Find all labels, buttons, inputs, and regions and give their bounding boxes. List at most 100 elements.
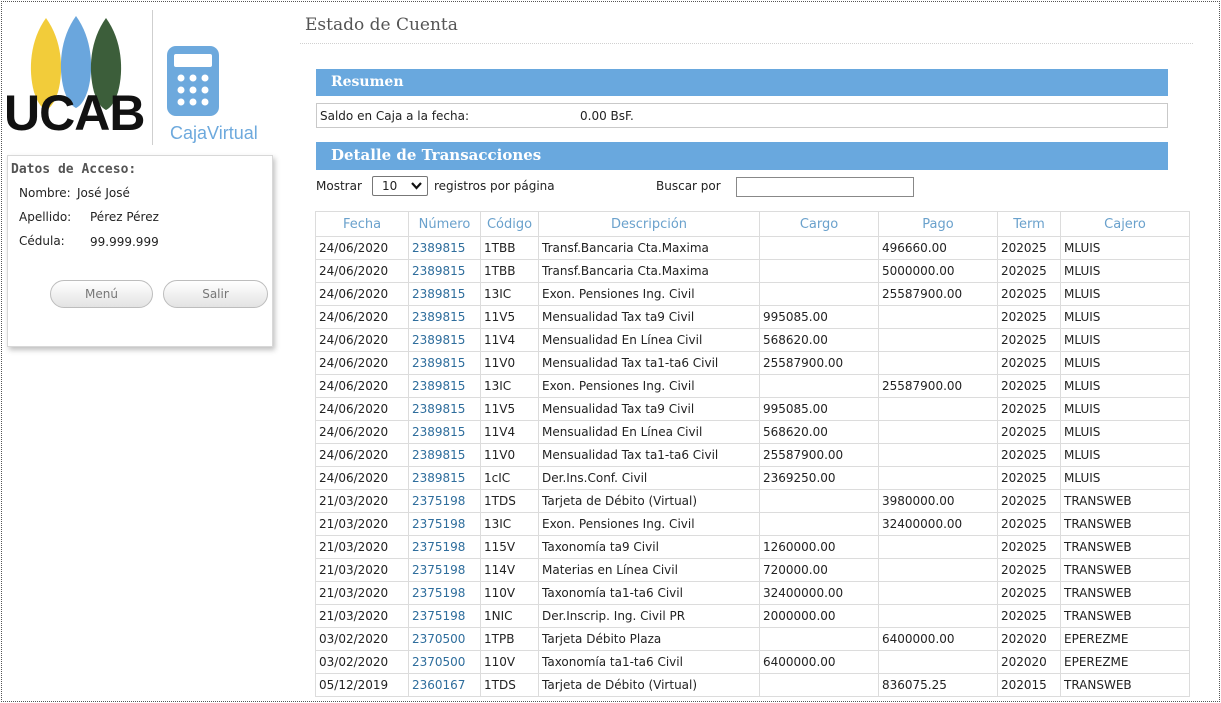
col-term-cell: 202025 bbox=[997, 535, 1061, 559]
col-term-cell: 202025 bbox=[997, 466, 1061, 490]
col-numero-cell[interactable]: 2389815 bbox=[408, 328, 481, 352]
col-numero-header[interactable]: Número bbox=[408, 211, 481, 237]
col-fecha-cell: 21/03/2020 bbox=[315, 489, 409, 513]
table-row: 21/03/2020 2375198 1NIC Der.Inscrip. Ing. C… bbox=[315, 604, 1190, 628]
table-row: 21/03/2020 2375198 13IC Exon. Pensiones Ing… bbox=[315, 512, 1190, 536]
col-numero-cell[interactable]: 2389815 bbox=[408, 282, 481, 306]
col-cargo-cell: 32400000.00 bbox=[759, 581, 879, 605]
col-fecha-cell: 24/06/2020 bbox=[315, 328, 409, 352]
col-numero-cell[interactable]: 2389815 bbox=[408, 397, 481, 421]
col-descripcion-cell: Mensualidad En Línea Civil bbox=[538, 420, 760, 444]
col-cajero-cell: TRANSWEB bbox=[1060, 512, 1190, 536]
col-codigo-header[interactable]: Código bbox=[480, 211, 539, 237]
col-pago-cell bbox=[878, 581, 998, 605]
col-term-cell: 202025 bbox=[997, 558, 1061, 582]
col-numero-cell[interactable]: 2375198 bbox=[408, 512, 481, 536]
table-row: 21/03/2020 2375198 114V Materias en Línea C… bbox=[315, 558, 1190, 582]
col-descripcion-cell: Transf.Bancaria Cta.Maxima bbox=[538, 259, 760, 283]
col-pago-cell: 5000000.00 bbox=[878, 259, 998, 283]
col-numero-cell[interactable]: 2389815 bbox=[408, 374, 481, 398]
table-row: 24/06/2020 2389815 13IC Exon. Pensiones Ing… bbox=[315, 374, 1190, 398]
col-cargo-cell bbox=[759, 282, 879, 306]
col-term-cell: 202025 bbox=[997, 351, 1061, 375]
col-term-cell: 202025 bbox=[997, 489, 1061, 513]
col-descripcion-cell: Taxonomía ta9 Civil bbox=[538, 535, 760, 559]
col-fecha-cell: 24/06/2020 bbox=[315, 305, 409, 329]
col-term-cell: 202025 bbox=[997, 236, 1061, 260]
col-term-header[interactable]: Term bbox=[997, 211, 1061, 237]
col-numero-cell[interactable]: 2370500 bbox=[408, 627, 481, 651]
col-pago-cell bbox=[878, 420, 998, 444]
col-cargo-cell bbox=[759, 236, 879, 260]
col-pago-cell bbox=[878, 443, 998, 467]
col-cajero-cell: MLUIS bbox=[1060, 420, 1190, 444]
table-row: 21/03/2020 2375198 1TDS Tarjeta de Débito (… bbox=[315, 489, 1190, 513]
col-numero-cell[interactable]: 2375198 bbox=[408, 558, 481, 582]
col-term-cell: 202025 bbox=[997, 282, 1061, 306]
col-descripcion-cell: Der.Inscrip. Ing. Civil PR bbox=[538, 604, 760, 628]
col-pago-cell bbox=[878, 397, 998, 421]
col-numero-cell[interactable]: 2370500 bbox=[408, 650, 481, 674]
col-cargo-header[interactable]: Cargo bbox=[759, 211, 879, 237]
col-numero-cell[interactable]: 2389815 bbox=[408, 466, 481, 490]
table-row: 24/06/2020 2389815 11V5 Mensualidad Tax ta9… bbox=[315, 397, 1190, 421]
col-numero-cell[interactable]: 2375198 bbox=[408, 489, 481, 513]
col-cajero-header[interactable]: Cajero bbox=[1060, 211, 1190, 237]
table-row: 05/12/2019 2360167 1TDS Tarjeta de Débito (… bbox=[315, 673, 1190, 697]
col-numero-cell[interactable]: 2389815 bbox=[408, 420, 481, 444]
col-numero-cell[interactable]: 2389815 bbox=[408, 305, 481, 329]
col-cajero-cell: TRANSWEB bbox=[1060, 558, 1190, 582]
col-term-cell: 202025 bbox=[997, 328, 1061, 352]
col-descripcion-header[interactable]: Descripción bbox=[538, 211, 760, 237]
col-pago-cell: 836075.25 bbox=[878, 673, 998, 697]
col-fecha-cell: 24/06/2020 bbox=[315, 466, 409, 490]
col-descripcion-cell: Tarjeta de Débito (Virtual) bbox=[538, 489, 760, 513]
col-codigo-cell: 11V0 bbox=[480, 351, 539, 375]
col-descripcion-cell: Exon. Pensiones Ing. Civil bbox=[538, 512, 760, 536]
transactions-table: Fecha Número Código Descripción Cargo Pago Ter… bbox=[315, 211, 1190, 697]
col-codigo-cell: 11V5 bbox=[480, 397, 539, 421]
col-codigo-cell: 1TBB bbox=[480, 236, 539, 260]
col-fecha-cell: 24/06/2020 bbox=[315, 351, 409, 375]
col-fecha-cell: 05/12/2019 bbox=[315, 673, 409, 697]
col-cajero-cell: MLUIS bbox=[1060, 466, 1190, 490]
col-numero-cell[interactable]: 2389815 bbox=[408, 236, 481, 260]
col-pago-cell bbox=[878, 650, 998, 674]
col-fecha-cell: 24/06/2020 bbox=[315, 236, 409, 260]
col-cajero-cell: TRANSWEB bbox=[1060, 673, 1190, 697]
col-numero-cell[interactable]: 2389815 bbox=[408, 351, 481, 375]
col-numero-cell[interactable]: 2360167 bbox=[408, 673, 481, 697]
col-numero-cell[interactable]: 2375198 bbox=[408, 535, 481, 559]
table-row: 03/02/2020 2370500 110V Taxonomía ta1-ta6 C… bbox=[315, 650, 1190, 674]
col-pago-cell: 496660.00 bbox=[878, 236, 998, 260]
col-cargo-cell: 25587900.00 bbox=[759, 443, 879, 467]
col-cajero-cell: TRANSWEB bbox=[1060, 581, 1190, 605]
col-codigo-cell: 11V0 bbox=[480, 443, 539, 467]
col-term-cell: 202025 bbox=[997, 604, 1061, 628]
col-codigo-cell: 13IC bbox=[480, 374, 539, 398]
col-numero-cell[interactable]: 2389815 bbox=[408, 443, 481, 467]
col-fecha-cell: 21/03/2020 bbox=[315, 535, 409, 559]
col-numero-cell[interactable]: 2389815 bbox=[408, 259, 481, 283]
table-row: 24/06/2020 2389815 11V0 Mensualidad Tax ta1… bbox=[315, 443, 1190, 467]
col-codigo-cell: 110V bbox=[480, 581, 539, 605]
col-pago-header[interactable]: Pago bbox=[878, 211, 998, 237]
col-cajero-cell: MLUIS bbox=[1060, 374, 1190, 398]
col-cargo-cell: 995085.00 bbox=[759, 305, 879, 329]
col-fecha-header[interactable]: Fecha bbox=[315, 211, 409, 237]
col-cajero-cell: MLUIS bbox=[1060, 328, 1190, 352]
col-cargo-cell: 6400000.00 bbox=[759, 650, 879, 674]
col-descripcion-cell: Mensualidad Tax ta1-ta6 Civil bbox=[538, 351, 760, 375]
col-term-cell: 202015 bbox=[997, 673, 1061, 697]
col-numero-cell[interactable]: 2375198 bbox=[408, 581, 481, 605]
col-pago-cell bbox=[878, 535, 998, 559]
table-viewport: Fecha Número Código Descripción Cargo Pago Ter… bbox=[0, 0, 1221, 700]
col-numero-cell[interactable]: 2375198 bbox=[408, 604, 481, 628]
col-descripcion-cell: Exon. Pensiones Ing. Civil bbox=[538, 282, 760, 306]
col-codigo-cell: 1TDS bbox=[480, 489, 539, 513]
table-row: 24/06/2020 2389815 11V4 Mensualidad En Líne… bbox=[315, 420, 1190, 444]
col-fecha-cell: 24/06/2020 bbox=[315, 374, 409, 398]
table-row: 24/06/2020 2389815 11V4 Mensualidad En Líne… bbox=[315, 328, 1190, 352]
col-cargo-cell bbox=[759, 627, 879, 651]
col-descripcion-cell: Der.Ins.Conf. Civil bbox=[538, 466, 760, 490]
